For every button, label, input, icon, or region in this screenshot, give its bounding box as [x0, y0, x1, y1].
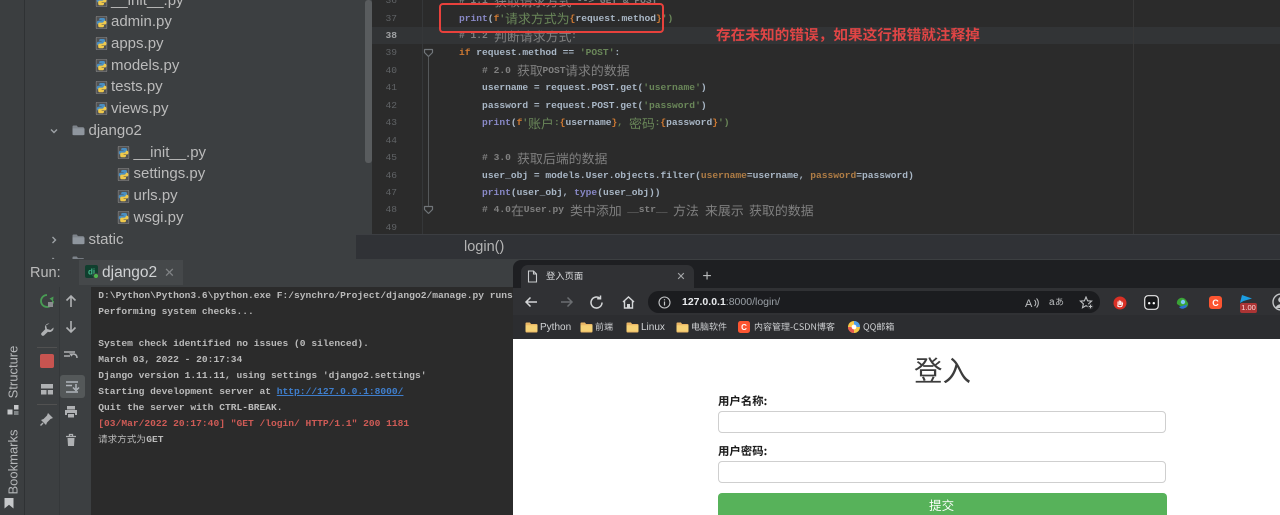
svg-text:C: C — [1212, 297, 1219, 307]
svg-text:C: C — [741, 323, 747, 332]
svg-text:A: A — [1025, 298, 1033, 310]
